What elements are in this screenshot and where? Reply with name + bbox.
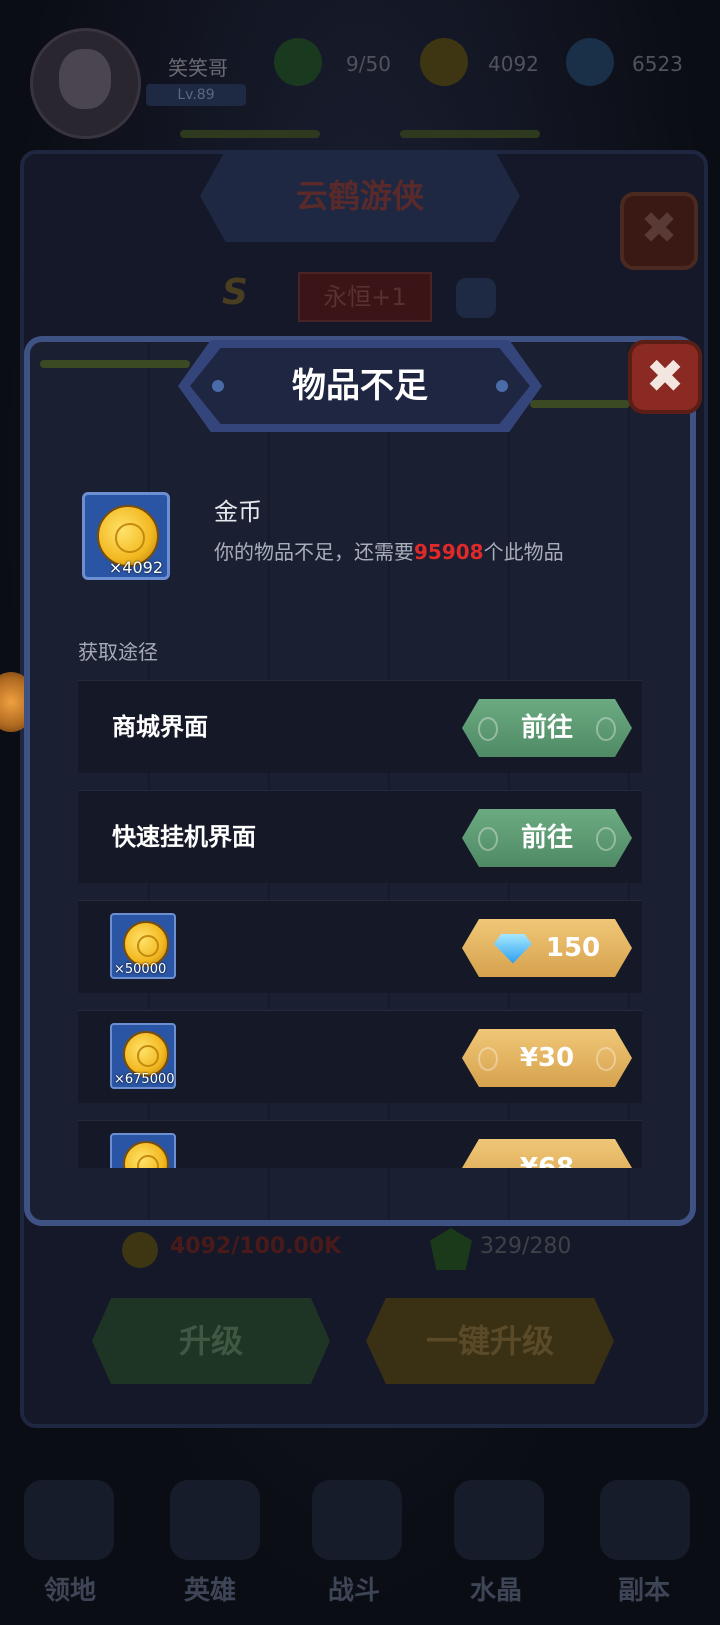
price-label: ¥68 [519,1153,575,1168]
rank-badge: S [222,272,248,313]
gold-coin-icon [123,1141,169,1168]
avatar-face [59,49,111,109]
ornament-icon [478,717,498,741]
buy-30-button[interactable]: ¥30 [462,1029,632,1087]
player-name: 笑笑哥 [168,56,228,80]
diamond-icon [566,38,614,86]
pack-quantity: ×50000 [114,962,167,977]
status-bar: 笑笑哥 Lv.89 9/50 4092 6523 [0,0,720,150]
goto-shop-button[interactable]: 前往 [462,699,632,757]
hero-panel-title-text: 云鹤游侠 [295,177,424,215]
gold-pack-slot[interactable]: ×675000 [110,1023,176,1089]
stamina-value: 9/50 [346,52,391,76]
item-name: 金币 [214,498,262,526]
nav-battle[interactable]: 战斗 [304,1570,404,1607]
gold-item-slot[interactable]: ×4092 [82,492,170,580]
vine-decoration [40,360,190,368]
hero-icon [170,1480,260,1560]
rank-tag: 永恒+1 [298,272,432,322]
item-description: 你的物品不足，还需要95908个此物品 [214,536,564,565]
stamina-icon [274,38,322,86]
item-quantity: ×4092 [108,558,163,577]
desc-prefix: 你的物品不足，还需要 [214,540,414,564]
dialog-title: 物品不足 [292,366,428,406]
ornament-icon [478,827,498,851]
row-label: 商城界面 [112,713,208,741]
nav-hero[interactable]: 英雄 [160,1570,260,1607]
diamond-price: 150 [545,933,601,963]
dungeon-icon [600,1480,690,1560]
gold-coin-icon [122,1232,158,1268]
source-row-buy-68: ¥68 [78,1120,642,1168]
player-level: Lv.89 [146,84,246,106]
source-section-label: 获取途径 [78,640,158,664]
ornament-icon [596,827,616,851]
source-list[interactable]: 商城界面 前往 快速挂机界面 前往 ×50000 150 ×675000 ¥30… [78,680,642,1168]
close-icon: ✖ [645,349,685,403]
crystal-icon [454,1480,544,1560]
gold-progress: 4092/100.00K [170,1234,342,1259]
quick-upgrade-button[interactable]: 一键升级 [366,1298,614,1384]
price-label: ¥30 [519,1043,575,1073]
ornament-icon [478,1047,498,1071]
button-label: 前往 [520,823,573,853]
close-button[interactable]: ✖ [628,340,702,414]
nav-crystal[interactable]: 水晶 [446,1570,546,1607]
gold-coin-icon [123,1031,169,1077]
gold-pack-slot[interactable]: ×50000 [110,913,176,979]
diamond-value: 6523 [632,52,683,76]
vine-decoration [530,400,630,408]
nav-dungeon[interactable]: 副本 [594,1570,694,1607]
diamond-icon [493,933,532,964]
button-label: 前往 [520,713,573,743]
upgrade-area: 4092/100.00K 329/280 升级 一键升级 [70,1220,650,1400]
pack-quantity: ×675000 [114,1072,175,1087]
gold-pack-slot[interactable] [110,1133,176,1168]
nav-territory[interactable]: 领地 [20,1570,120,1607]
gold-coin-icon [123,921,169,967]
book-icon[interactable] [456,278,496,318]
gold-value: 4092 [488,52,539,76]
desc-suffix: 个此物品 [483,540,564,564]
upgrade-button[interactable]: 升级 [92,1298,330,1384]
vine-decoration [400,130,540,138]
source-row-shop: 商城界面 前往 [78,680,642,773]
goto-idle-button[interactable]: 前往 [462,809,632,867]
source-row-buy-30: ×675000 ¥30 [78,1010,642,1103]
buy-with-diamond-button[interactable]: 150 [462,919,632,977]
source-row-buy-diamond: ×50000 150 [78,900,642,993]
gold-icon [420,38,468,86]
hero-panel-title: 云鹤游侠 [200,150,520,242]
green-gem-icon [430,1228,472,1270]
source-row-idle: 快速挂机界面 前往 [78,790,642,883]
battle-icon [312,1480,402,1560]
buy-68-button[interactable]: ¥68 [462,1139,632,1168]
row-label: 快速挂机界面 [112,823,256,851]
ornament-icon [596,717,616,741]
vine-decoration [180,130,320,138]
player-avatar[interactable] [30,28,141,139]
bottom-nav: 领地 英雄 战斗 水晶 副本 [0,1440,720,1625]
hero-panel-close-icon[interactable]: ✖ [620,192,698,270]
gem-progress: 329/280 [480,1234,572,1259]
territory-icon [24,1480,114,1560]
needed-amount: 95908 [414,540,484,564]
ornament-icon [596,1047,616,1071]
